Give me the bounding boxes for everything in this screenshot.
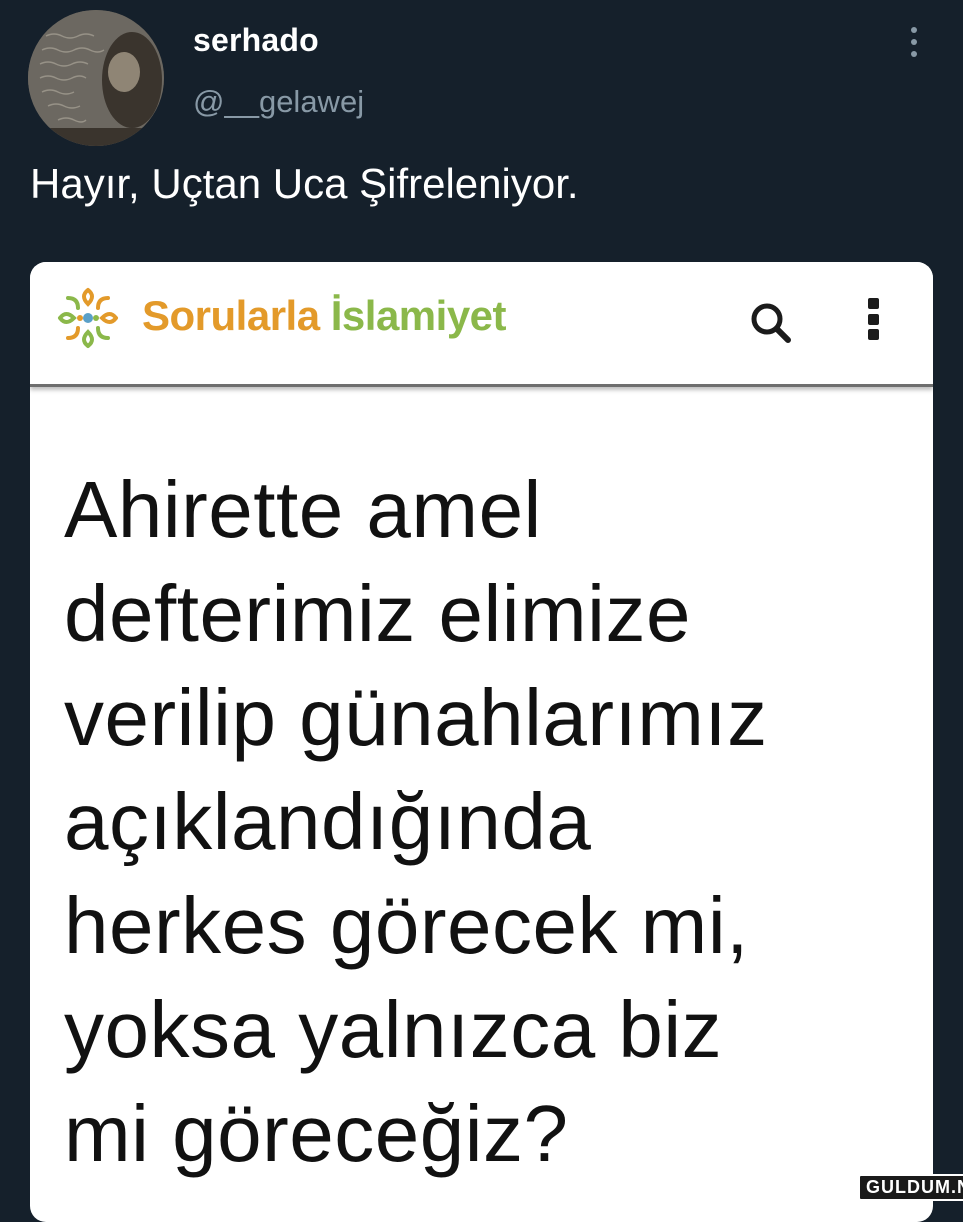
site-header: Sorularla İslamiyet bbox=[30, 262, 933, 387]
ellipsis-dot bbox=[911, 51, 917, 57]
flower-logo-icon bbox=[58, 288, 118, 348]
site-name-part2: İslamiyet bbox=[330, 292, 507, 339]
kebab-menu-icon[interactable] bbox=[866, 298, 880, 340]
tweet: serhado @__gelawej Hayır, Uçtan Uca Şifr… bbox=[0, 0, 963, 1222]
kebab-dot bbox=[867, 329, 879, 340]
ellipsis-dot bbox=[911, 27, 917, 33]
kebab-dot bbox=[867, 313, 879, 325]
vertical-ellipsis-icon[interactable] bbox=[900, 20, 928, 64]
attached-image-card[interactable]: Sorularla İslamiyet Ahirette amel defter… bbox=[30, 262, 933, 1222]
site-logo-text[interactable]: Sorularla İslamiyet bbox=[142, 292, 507, 340]
avatar-image bbox=[28, 10, 164, 146]
ellipsis-dot bbox=[911, 39, 917, 45]
kebab-dot bbox=[867, 298, 879, 309]
avatar[interactable] bbox=[28, 10, 164, 146]
watermark: GULDUM.NET bbox=[858, 1174, 963, 1201]
display-name[interactable]: serhado bbox=[193, 22, 319, 59]
user-handle[interactable]: @__gelawej bbox=[193, 84, 364, 120]
tweet-text: Hayır, Uçtan Uca Şifreleniyor. bbox=[30, 160, 579, 207]
site-name-part1: Sorularla bbox=[142, 292, 331, 339]
search-icon[interactable] bbox=[748, 300, 794, 346]
article-question: Ahirette amel defterimiz elimize verilip… bbox=[64, 465, 768, 1178]
